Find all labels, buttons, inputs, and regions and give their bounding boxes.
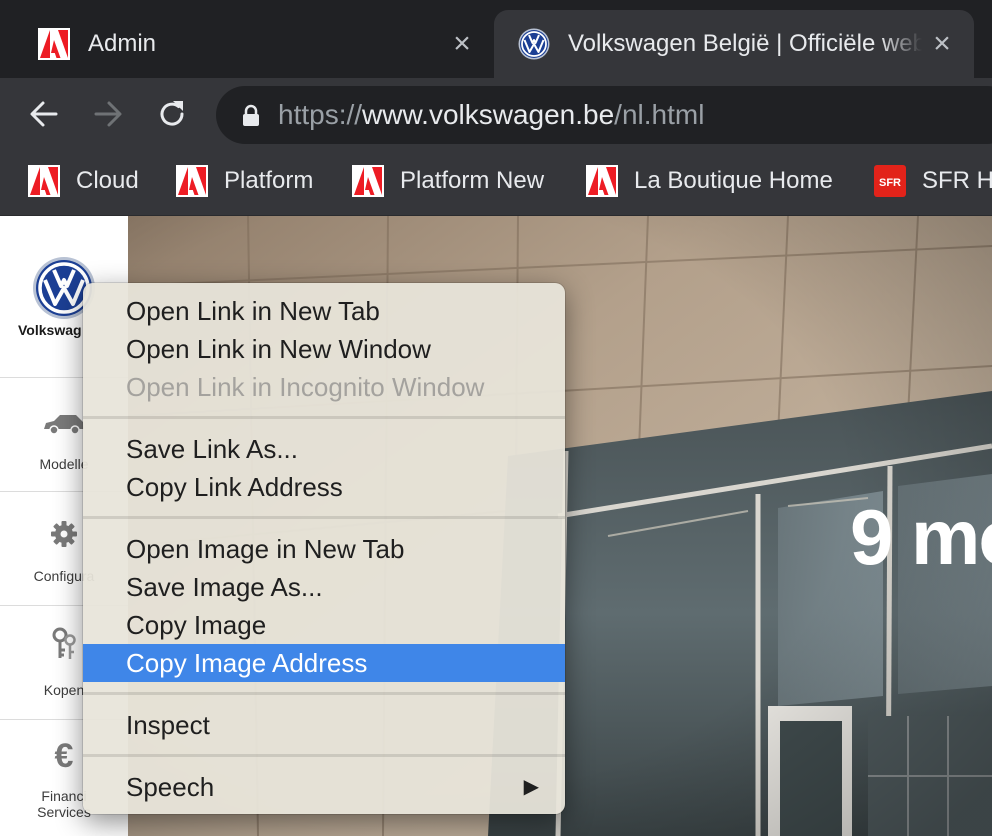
hero-heading: 9 mo	[850, 493, 992, 581]
adobe-icon	[352, 165, 384, 197]
keys-icon	[40, 626, 88, 662]
menu-item-label: Speech	[126, 772, 215, 802]
submenu-arrow-icon: ▶	[523, 776, 539, 798]
lock-icon[interactable]	[242, 104, 260, 126]
menu-separator	[83, 416, 565, 419]
reload-button[interactable]	[150, 92, 194, 136]
forward-arrow-icon	[94, 101, 122, 127]
close-icon[interactable]: ×	[922, 29, 962, 59]
back-arrow-icon	[30, 101, 58, 127]
bookmark-label: Cloud	[76, 167, 139, 194]
forward-button[interactable]	[86, 92, 130, 136]
menu-item-save-link-as[interactable]: Save Link As...	[83, 430, 565, 468]
bookmark-label: La Boutique Home	[634, 167, 833, 194]
bookmark-la-boutique-home[interactable]: La Boutique Home	[586, 164, 833, 198]
gear-icon	[40, 516, 88, 552]
tab-strip: Admin × Volkswagen België | Officiële we…	[0, 0, 992, 78]
menu-item-inspect[interactable]: Inspect	[83, 706, 565, 744]
menu-separator	[83, 692, 565, 695]
menu-item-copy-link-address[interactable]: Copy Link Address	[83, 468, 565, 506]
svg-text:SFR: SFR	[879, 177, 901, 189]
address-bar[interactable]: https://www.volkswagen.be/nl.html	[216, 86, 992, 144]
bookmark-platform-new[interactable]: Platform New	[352, 164, 544, 198]
context-menu: Open Link in New Tab Open Link in New Wi…	[83, 283, 565, 814]
tab-volkswagen[interactable]: Volkswagen België | Officiële website ×	[494, 10, 974, 78]
menu-separator	[83, 754, 565, 757]
bookmark-platform[interactable]: Platform	[176, 164, 313, 198]
adobe-icon	[586, 165, 618, 197]
bookmark-sfr[interactable]: SFR SFR H	[874, 164, 992, 198]
tab-admin[interactable]: Admin ×	[0, 10, 494, 78]
bookmarks-bar: Cloud Platform Platform New La Boutique …	[0, 150, 992, 216]
car-icon	[40, 406, 88, 442]
close-icon[interactable]: ×	[442, 29, 482, 59]
menu-item-speech[interactable]: Speech ▶	[83, 768, 565, 806]
menu-item-save-image-as[interactable]: Save Image As...	[83, 568, 565, 606]
adobe-icon	[28, 165, 60, 197]
url-text: https://www.volkswagen.be/nl.html	[278, 99, 705, 130]
menu-item-copy-image[interactable]: Copy Image	[83, 606, 565, 644]
menu-item-open-link-new-tab[interactable]: Open Link in New Tab	[83, 292, 565, 330]
adobe-icon	[38, 28, 70, 60]
bookmark-label: Platform New	[400, 167, 545, 194]
sfr-icon: SFR	[874, 165, 906, 197]
menu-item-open-link-incognito[interactable]: Open Link in Incognito Window	[83, 368, 565, 406]
bookmark-cloud[interactable]: Cloud	[28, 164, 139, 198]
menu-item-copy-image-address[interactable]: Copy Image Address	[83, 644, 565, 682]
menu-item-open-link-new-window[interactable]: Open Link in New Window	[83, 330, 565, 368]
back-button[interactable]	[22, 92, 66, 136]
tab-title: Admin	[88, 30, 157, 57]
adobe-icon	[176, 165, 208, 197]
bookmark-label: Platform	[224, 167, 314, 194]
tab-title: Volkswagen België | Officiële website	[568, 30, 922, 57]
brand-name: Volkswag	[18, 322, 82, 338]
menu-item-open-image-new-tab[interactable]: Open Image in New Tab	[83, 530, 565, 568]
vw-logo-icon	[518, 28, 550, 60]
bookmark-label: SFR H	[922, 167, 992, 194]
browser-toolbar: https://www.volkswagen.be/nl.html	[0, 78, 992, 150]
menu-separator	[83, 516, 565, 519]
euro-icon: €	[54, 736, 74, 775]
reload-icon	[160, 101, 184, 126]
